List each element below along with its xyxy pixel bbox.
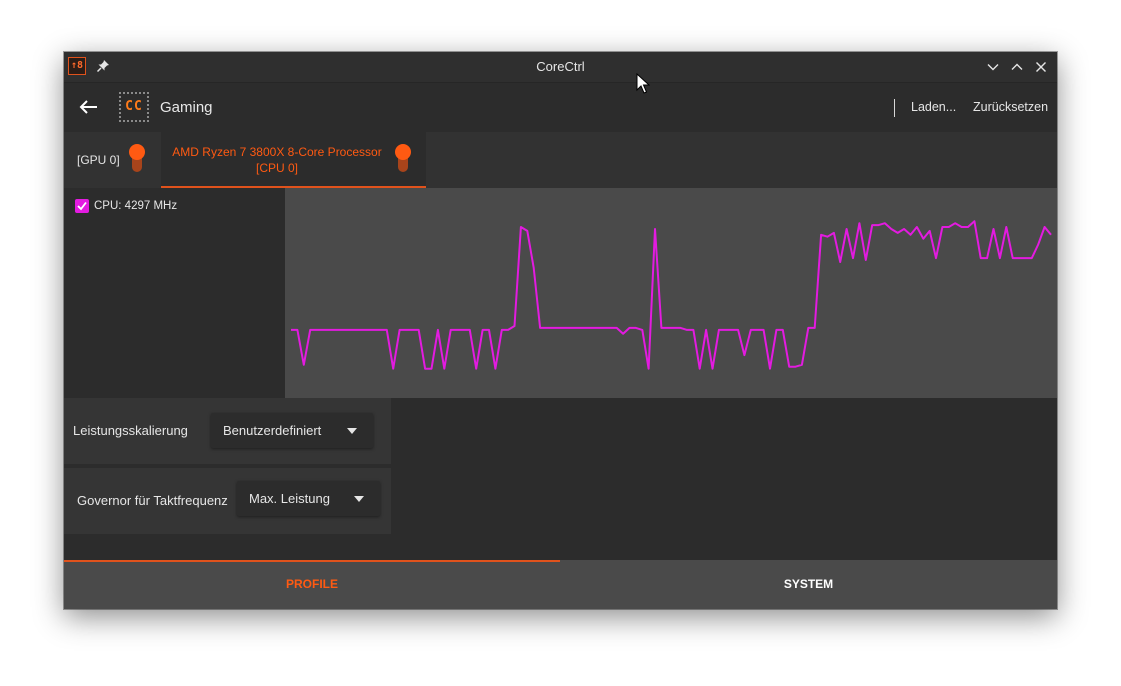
bottom-navigation: PROFILE SYSTEM [64,560,1057,609]
mouse-cursor-icon [636,73,650,94]
frequency-line [291,220,1052,370]
tab-system[interactable]: SYSTEM [560,560,1057,609]
cpu-frequency-label: CPU: 4297 MHz [94,200,178,212]
performance-scaling-row: Leistungsskalierung Benutzerdefiniert [64,398,391,464]
reset-button[interactable]: Zurücksetzen [973,83,1048,132]
frequency-chart [291,220,1052,370]
window-title: CoreCtrl [536,59,585,74]
toggle-knob [129,144,145,160]
dropdown-arrow-icon [347,428,357,434]
governor-row: Governor für Taktfrequenz Max. Leistung [64,468,391,534]
cpu-frequency-checkbox[interactable] [75,199,89,213]
performance-scaling-value: Benutzerdefiniert [223,423,322,438]
cpu-0-toggle[interactable] [395,144,411,174]
tab-cpu-0[interactable]: AMD Ryzen 7 3800X 8-Core Processor [CPU … [161,132,426,188]
tab-cpu-0-name: AMD Ryzen 7 3800X 8-Core Processor [172,145,382,159]
maximize-icon[interactable] [1010,60,1024,74]
toggle-knob [395,144,411,160]
tab-gpu-0[interactable]: [GPU 0] [64,132,161,188]
minimize-icon[interactable] [986,60,1000,74]
back-arrow-icon[interactable] [79,99,99,115]
governor-value: Max. Leistung [249,491,330,506]
profile-name: Gaming [160,99,213,116]
governor-select[interactable]: Max. Leistung [237,481,380,516]
tab-gpu-0-label: [GPU 0] [77,153,120,167]
profile-logo: CC [119,92,149,122]
toolbar-separator [894,99,895,117]
title-bar[interactable]: ↑8 CoreCtrl [64,52,1057,83]
sensor-graph [285,188,1057,398]
cpu-controls: Leistungsskalierung Benutzerdefiniert Go… [64,398,391,534]
sensor-panel: CPU: 4297 MHz [64,188,285,398]
performance-scaling-label: Leistungsskalierung [73,423,188,438]
tab-cpu-0-id: [CPU 0] [255,161,298,175]
tab-profile[interactable]: PROFILE [64,560,560,609]
checkmark-icon [77,201,87,211]
load-button[interactable]: Laden... [911,83,956,132]
governor-label: Governor für Taktfrequenz [77,493,228,508]
close-icon[interactable] [1034,60,1048,74]
gpu-0-toggle[interactable] [129,144,145,174]
tab-cpu-0-label: AMD Ryzen 7 3800X 8-Core Processor [CPU … [161,132,393,188]
corectrl-window: ↑8 CoreCtrl CC Gaming Laden... Zurückset… [64,52,1057,609]
device-tab-bar: [GPU 0] AMD Ryzen 7 3800X 8-Core Process… [64,132,1057,188]
performance-scaling-select[interactable]: Benutzerdefiniert [211,413,373,448]
profile-toolbar: CC Gaming Laden... Zurücksetzen [64,83,1057,133]
dropdown-arrow-icon [354,496,364,502]
